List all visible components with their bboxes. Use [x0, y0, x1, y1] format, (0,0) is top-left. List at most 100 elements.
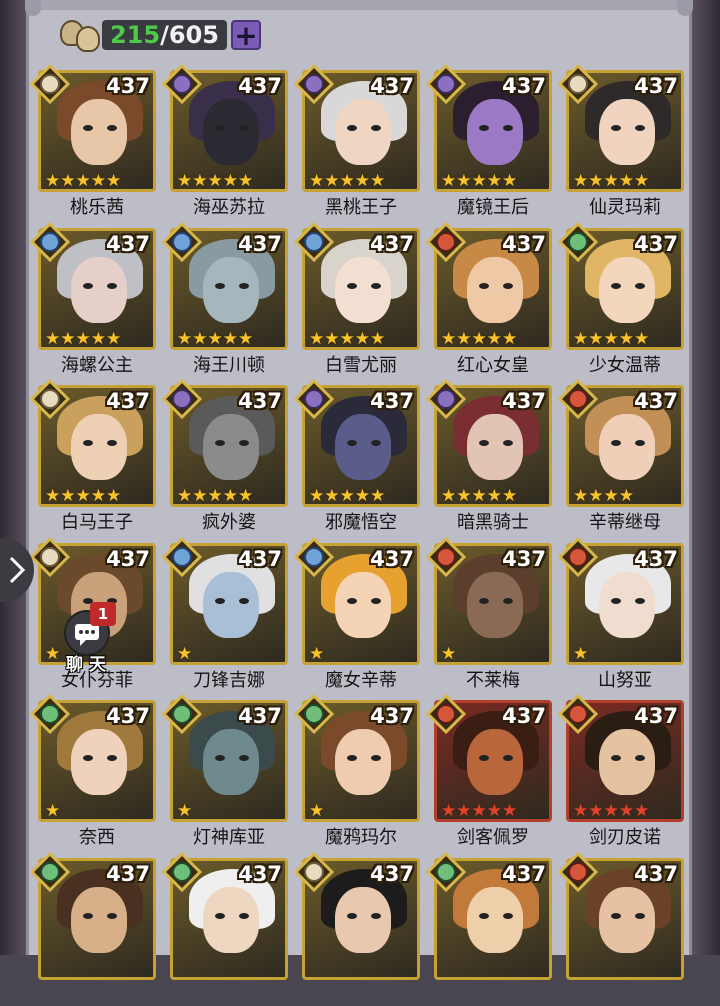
star-icon: ★ — [339, 328, 355, 349]
hero-card[interactable]: ★ ★ ★ ★ ★ 437 黑桃王子 — [294, 64, 420, 218]
hero-card[interactable]: ★ ★ ★ ★ ★ 437 仙灵玛莉 — [558, 64, 684, 218]
star-badge-icon — [30, 379, 70, 419]
hero-level: 437 — [106, 389, 150, 413]
hero-name: 海螺公主 — [61, 354, 133, 376]
hero-star-rating: ★ ★ ★ ★ ★ — [441, 173, 517, 190]
hero-eye — [611, 912, 621, 919]
hero-card[interactable]: ★ 437 刀锋吉娜 — [162, 536, 288, 691]
star-icon: ★ — [618, 328, 634, 349]
star-icon: ★ — [471, 801, 487, 821]
expand-capacity-button[interactable]: + — [230, 19, 261, 52]
background-right — [690, 0, 720, 955]
star-icon: ★ — [222, 328, 238, 349]
hero-face — [335, 729, 391, 795]
hero-star-rating: ★ — [45, 803, 60, 820]
star-badge-icon — [30, 64, 70, 104]
hero-star-rating: ★ ★ ★ ★ ★ — [45, 173, 121, 190]
hero-card[interactable]: ★ 437 灯神库亚 — [162, 694, 288, 848]
hero-star-rating: ★ ★ ★ ★ ★ — [309, 328, 385, 349]
wind-badge-icon — [162, 851, 202, 892]
heroes-icon — [56, 18, 104, 52]
star-icon: ★ — [192, 486, 208, 506]
hero-card[interactable]: ★ 437 奈西 — [30, 694, 156, 848]
hero-star-rating: ★ ★ ★ ★ ★ — [441, 488, 517, 505]
star-icon: ★ — [634, 328, 650, 349]
water-badge-icon — [162, 536, 202, 577]
star-icon: ★ — [106, 486, 122, 506]
hero-card[interactable]: ★ ★ ★ ★ ★ 437 海螺公主 — [30, 221, 156, 376]
fire-badge-icon — [558, 694, 598, 734]
hero-level: 437 — [502, 231, 546, 256]
hero-card[interactable]: ★ ★ ★ ★ ★ 437 海巫苏拉 — [162, 64, 288, 218]
star-icon: ★ — [60, 328, 76, 349]
star-icon: ★ — [309, 486, 325, 506]
star-icon: ★ — [309, 643, 325, 664]
star-icon: ★ — [309, 328, 325, 349]
star-icon: ★ — [354, 328, 370, 349]
hero-card[interactable]: ★ ★ ★ ★ ★ 437 暗黑骑士 — [426, 379, 552, 533]
hero-eye — [635, 125, 645, 131]
hero-eye — [371, 597, 381, 604]
plus-icon: + — [234, 19, 258, 52]
hero-card[interactable]: ★ ★ ★ ★ ★ 437 疯外婆 — [162, 379, 288, 533]
star-icon: ★ — [75, 328, 91, 349]
hero-level: 437 — [238, 704, 282, 728]
hero-card[interactable]: ★ ★ ★ ★ ★ 437 红心女皇 — [426, 221, 552, 376]
hero-card[interactable]: 437 — [294, 851, 420, 1006]
hero-card[interactable]: ★ ★ ★ ★ 437 辛蒂继母 — [558, 379, 684, 533]
star-icon: ★ — [60, 171, 76, 191]
hero-card[interactable]: ★ ★ ★ ★ ★ 437 剑刃皮诺 — [558, 694, 684, 848]
hero-face — [71, 414, 127, 480]
fire-badge-icon — [558, 379, 598, 419]
hero-card[interactable]: ★ 437 不莱梅 — [426, 536, 552, 691]
star-icon: ★ — [60, 486, 76, 506]
hero-face — [335, 886, 391, 953]
water-badge-icon — [162, 221, 202, 262]
fire-badge-icon — [558, 536, 598, 577]
hero-eye — [107, 440, 117, 446]
hero-eye — [347, 597, 357, 604]
hero-card[interactable]: ★ ★ ★ ★ ★ 437 海王川顿 — [162, 221, 288, 376]
star-icon: ★ — [177, 171, 193, 191]
hero-name: 黑桃王子 — [325, 197, 397, 218]
star-icon: ★ — [192, 171, 208, 191]
hero-card[interactable]: 437 — [30, 851, 156, 1006]
star-icon: ★ — [75, 486, 91, 506]
hero-card[interactable]: ★ ★ ★ ★ ★ 437 剑客佩罗 — [426, 694, 552, 848]
hero-level: 437 — [370, 231, 414, 256]
hero-level: 437 — [634, 861, 678, 886]
hero-eye — [503, 282, 513, 289]
star-icon: ★ — [486, 171, 502, 191]
hero-card[interactable]: ★ ★ ★ ★ ★ 437 白雪尤丽 — [294, 221, 420, 376]
star-icon: ★ — [573, 486, 589, 506]
hero-card[interactable]: ★ ★ ★ ★ ★ 437 邪魔悟空 — [294, 379, 420, 533]
hero-eye — [239, 440, 249, 446]
hero-card[interactable]: 437 — [426, 851, 552, 1006]
star-icon: ★ — [339, 171, 355, 191]
hero-star-rating: ★ — [177, 803, 192, 820]
hero-eye — [215, 912, 225, 919]
hero-card[interactable]: ★ ★ ★ ★ ★ 437 少女温蒂 — [558, 221, 684, 376]
hero-card[interactable]: 437 — [162, 851, 288, 1006]
hero-card[interactable]: 437 — [558, 851, 684, 1006]
hero-card[interactable]: ★ 437 魔鸦玛尔 — [294, 694, 420, 848]
hero-eye — [635, 597, 645, 604]
hero-count: 215/605 — [102, 20, 227, 50]
hero-star-rating: ★ ★ ★ ★ — [573, 488, 634, 505]
hero-count-bar: 215/605 + — [56, 18, 261, 52]
star-icon: ★ — [75, 171, 91, 191]
star-icon: ★ — [192, 328, 208, 349]
hero-card[interactable]: ★ 437 山努亚 — [558, 536, 684, 691]
hero-name: 白雪尤丽 — [325, 354, 397, 376]
chat-button[interactable]: 1 聊天 — [56, 602, 126, 675]
star-icon: ★ — [573, 801, 589, 821]
hero-level: 437 — [106, 861, 150, 886]
hero-card[interactable]: ★ ★ ★ ★ ★ 437 桃乐茜 — [30, 64, 156, 218]
star-icon: ★ — [238, 328, 254, 349]
hero-eye — [347, 912, 357, 919]
star-icon: ★ — [441, 486, 457, 506]
hero-eye — [503, 597, 513, 604]
hero-card[interactable]: ★ ★ ★ ★ ★ 437 白马王子 — [30, 379, 156, 533]
hero-card[interactable]: ★ ★ ★ ★ ★ 437 魔镜王后 — [426, 64, 552, 218]
hero-card[interactable]: ★ 437 魔女辛蒂 — [294, 536, 420, 691]
